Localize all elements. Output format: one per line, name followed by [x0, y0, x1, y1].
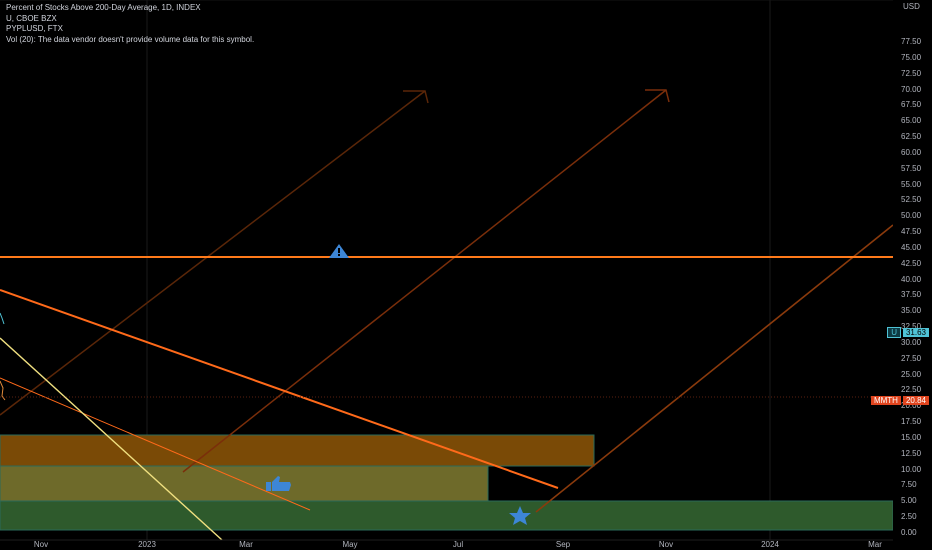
- price-tick-label: 10.00: [901, 464, 922, 474]
- price-tag-symbol: U: [887, 326, 901, 338]
- legend-symbol-pyplusd[interactable]: PYPLUSD, FTX: [6, 24, 254, 35]
- price-tick-label: 17.50: [901, 417, 922, 427]
- price-axis-currency: USD: [903, 2, 920, 11]
- warning-triangle-icon[interactable]: [329, 244, 349, 258]
- price-tick-label: 75.00: [901, 52, 922, 62]
- arrow-head-1: [403, 90, 429, 104]
- price-tick-label: 37.50: [901, 290, 922, 300]
- time-axis-label: Sep: [556, 540, 571, 549]
- price-tick-label: 77.50: [901, 37, 922, 46]
- arrow-line-2[interactable]: [182, 89, 667, 473]
- zone-green[interactable]: [0, 500, 893, 531]
- legend-symbol-u[interactable]: U, CBOE BZX: [6, 14, 254, 25]
- diagonal-line-3[interactable]: [535, 224, 893, 513]
- price-tick-label: 35.00: [901, 306, 922, 316]
- price-tick-label: 7.50: [901, 480, 917, 490]
- zone-olive[interactable]: [0, 465, 489, 502]
- time-axis-label: 2023: [138, 540, 156, 549]
- price-tick-label: 50.00: [901, 211, 922, 221]
- legend-volume-note: Vol (20): The data vendor doesn't provid…: [6, 34, 255, 44]
- price-tick-label: 27.50: [901, 353, 922, 363]
- legend-main-series[interactable]: Percent of Stocks Above 200-Day Average,…: [6, 3, 254, 14]
- price-tick-label: 67.50: [901, 100, 922, 110]
- price-tick-label: 55.00: [901, 179, 922, 189]
- price-tick-label: 25.00: [901, 369, 922, 379]
- price-tick-label: 15.00: [901, 432, 922, 442]
- price-tick-label: 0.00: [901, 528, 917, 537]
- price-tick-label: 57.50: [901, 163, 922, 173]
- price-tick-label: 30.00: [901, 337, 922, 347]
- price-tick-label: 22.50: [901, 385, 922, 395]
- time-axis-label: Nov: [659, 540, 673, 549]
- price-tag-symbol: MMTH: [870, 395, 901, 405]
- price-tag-value: 20.84: [902, 395, 929, 405]
- price-tick-label: 40.00: [901, 274, 922, 284]
- time-axis-label: May: [342, 540, 357, 549]
- legend: Percent of Stocks Above 200-Day Average,…: [6, 3, 254, 45]
- price-tick-label: 70.00: [901, 84, 922, 94]
- price-tag-u[interactable]: U 31.63: [884, 326, 932, 338]
- time-axis-label: Jul: [453, 540, 463, 549]
- price-tick-label: 62.50: [901, 132, 922, 142]
- price-tick-label: 72.50: [901, 68, 922, 78]
- price-tick-label: 45.00: [901, 242, 922, 252]
- time-axis[interactable]: Nov 2023 Mar May Jul Sep Nov 2024 Mar: [0, 539, 893, 549]
- price-tick-label: 47.50: [901, 227, 922, 237]
- price-tick-label: 65.00: [901, 116, 922, 126]
- price-tag-mmth[interactable]: MMTH 20.84: [868, 395, 932, 405]
- price-tick-label: 12.50: [901, 448, 922, 458]
- chart-area[interactable]: Nov 2023 Mar May Jul Sep Nov 2024 Mar Percent of…: [0, 0, 932, 550]
- zone-brown[interactable]: [0, 434, 595, 467]
- price-tag-value: 31.63: [902, 327, 929, 337]
- price-tick-label: 5.00: [901, 496, 917, 506]
- series-fragment-blue: [0, 312, 5, 325]
- arrow-head-2: [645, 89, 670, 103]
- time-axis-label: Mar: [239, 540, 253, 549]
- price-axis[interactable]: USD 77.50 75.00 72.50 70.00 67.50 65.00 62.50 6…: [893, 0, 932, 550]
- chart-canvas[interactable]: Nov 2023 Mar May Jul Sep Nov 2024 Mar: [0, 0, 893, 550]
- time-axis-label: Nov: [34, 540, 48, 549]
- time-axis-label: 2024: [761, 540, 779, 549]
- time-axis-label: Mar: [868, 540, 882, 549]
- price-tick-label: 60.00: [901, 147, 922, 157]
- price-tick-label: 2.50: [901, 512, 917, 522]
- price-tick-label: 52.50: [901, 195, 922, 205]
- price-tick-label: 42.50: [901, 258, 922, 268]
